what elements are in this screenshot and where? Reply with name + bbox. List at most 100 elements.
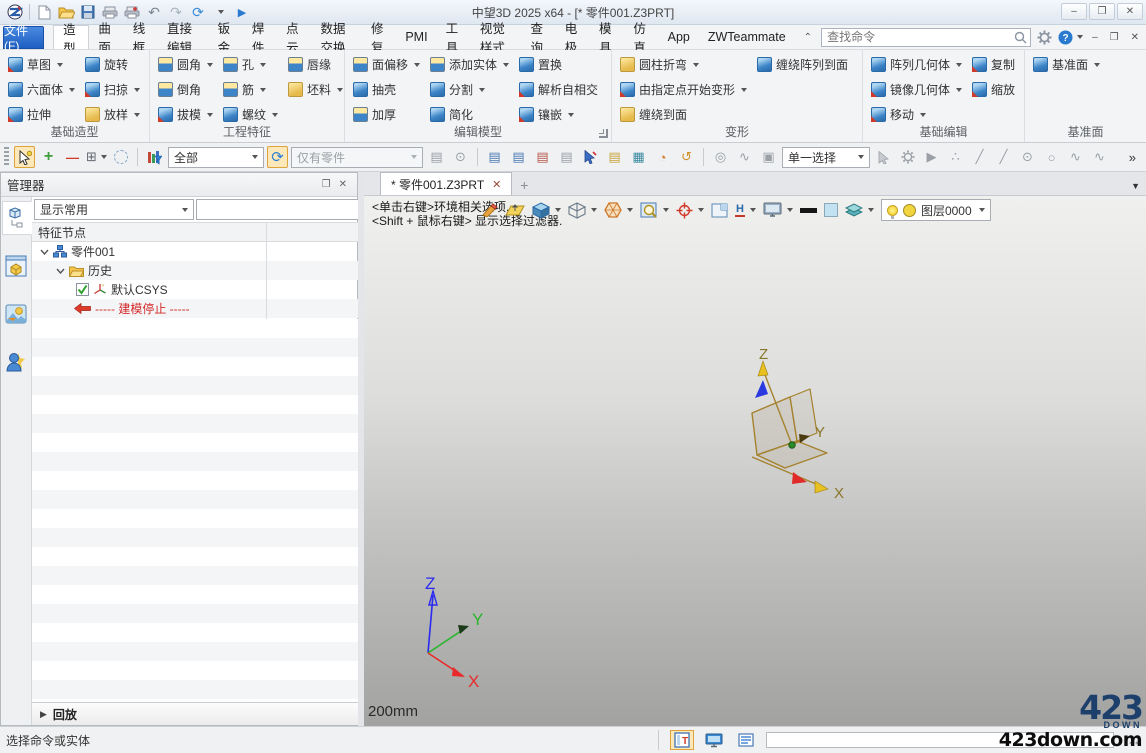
settings-gear-icon[interactable] xyxy=(1037,30,1052,45)
default-csys-graphic[interactable]: Z Y X xyxy=(735,342,885,517)
curve-pick-icon[interactable]: ∿ xyxy=(1065,146,1086,168)
filter-option-icon[interactable]: ▤ xyxy=(426,146,447,168)
panel-restore-icon[interactable]: ❐ xyxy=(318,179,335,190)
entity-filter-dropdown[interactable]: 全部 xyxy=(168,147,264,168)
rib-button[interactable]: 筋 xyxy=(221,77,280,102)
target-point-icon[interactable] xyxy=(676,202,704,219)
tab-visualize[interactable]: 视觉样式 xyxy=(471,25,522,49)
layer-color-icon[interactable] xyxy=(903,204,916,217)
tab-simulation[interactable]: 仿真 xyxy=(624,25,658,49)
tab-surface[interactable]: 曲面 xyxy=(89,25,123,49)
tab-repair[interactable]: 修复 xyxy=(362,25,396,49)
chamfer-button[interactable]: 倒角 xyxy=(156,77,215,102)
playback-expand-icon[interactable]: ▶ xyxy=(40,709,47,720)
history-replay-icon[interactable]: ↺ xyxy=(676,146,697,168)
pick-last-icon[interactable] xyxy=(580,146,601,168)
viewport-layout-icon[interactable] xyxy=(711,203,728,218)
document-tab[interactable]: * 零件001.Z3PRT ✕ xyxy=(380,172,512,195)
add-selection-icon[interactable]: + xyxy=(38,146,59,168)
divide-button[interactable]: 分割 xyxy=(428,77,511,102)
part-filter-dropdown[interactable]: 仅有零件 xyxy=(291,147,423,168)
tree-row-csys[interactable]: Y 默认CSYS xyxy=(32,280,405,299)
datum-plane-toggle-icon[interactable] xyxy=(505,203,525,218)
sweep-button[interactable]: 扫掠 xyxy=(83,77,142,102)
layer-visibility-bulb-icon[interactable] xyxy=(887,205,898,216)
axis-pick-icon[interactable]: ╱ xyxy=(993,146,1014,168)
layer-selector[interactable]: 图层0000 xyxy=(881,199,991,221)
display-mode-dropdown[interactable]: 显示常用 xyxy=(34,199,194,220)
pattern-geometry-button[interactable]: 阵列几何体 xyxy=(869,52,964,77)
zoom-window-icon[interactable] xyxy=(640,202,669,219)
pick-filter-shape-icon[interactable]: ▤ xyxy=(508,146,529,168)
tab-weldment[interactable]: 焊件 xyxy=(243,25,277,49)
point-cloud-pick-icon[interactable]: ∴ xyxy=(945,146,966,168)
checkbox-checked-icon[interactable] xyxy=(76,283,89,296)
ribbon-collapse-icon[interactable]: ⌃ xyxy=(795,25,821,49)
tree-row-history[interactable]: 历史 xyxy=(32,261,405,280)
monitor-icon[interactable] xyxy=(702,730,726,750)
pick-settings-icon[interactable] xyxy=(897,146,918,168)
tab-tools[interactable]: 工具 xyxy=(437,25,471,49)
play-icon[interactable]: ▶ xyxy=(231,2,253,22)
replace-button[interactable]: 置换 xyxy=(517,52,600,77)
tab-electrode[interactable]: 电极 xyxy=(556,25,590,49)
app-logo-icon[interactable] xyxy=(4,2,26,22)
manager-tree-tab[interactable] xyxy=(2,201,32,235)
wrap-pattern-to-face-button[interactable]: 缠绕阵列到面 xyxy=(755,52,850,77)
tab-list-icon[interactable]: ▼ xyxy=(1131,181,1140,191)
toolbar-grip[interactable] xyxy=(4,147,9,167)
save-icon[interactable] xyxy=(77,2,99,22)
help-icon[interactable]: ? xyxy=(1058,30,1083,45)
section-view-icon[interactable] xyxy=(604,202,633,218)
fillet-button[interactable]: 圆角 xyxy=(156,52,215,77)
pick-filter-face-icon[interactable]: ▤ xyxy=(532,146,553,168)
tab-inquire[interactable]: 查询 xyxy=(521,25,555,49)
pick-cursor-gray-icon[interactable] xyxy=(873,146,894,168)
display-settings-icon[interactable] xyxy=(763,202,793,218)
filter-option-2-icon[interactable]: ⊙ xyxy=(450,146,471,168)
tree-row-part[interactable]: 零件001 xyxy=(32,242,405,261)
revolve-button[interactable]: 旋转 xyxy=(83,52,142,77)
face-color-swatch[interactable] xyxy=(824,203,838,217)
file-menu-button[interactable]: 文件(F) xyxy=(3,26,44,49)
morph-from-point-button[interactable]: 由指定点开始变形 xyxy=(618,77,749,102)
layer-stack-icon[interactable] xyxy=(845,203,874,217)
add-box-select-icon[interactable]: ⊞ xyxy=(86,146,107,168)
shaded-display-icon[interactable] xyxy=(532,202,561,219)
curve-tool-icon[interactable]: ∿ xyxy=(734,146,755,168)
pick-filter-all-icon[interactable]: ▤ xyxy=(484,146,505,168)
tab-mold[interactable]: 模具 xyxy=(590,25,624,49)
wireframe-display-icon[interactable] xyxy=(568,202,597,219)
shell-button[interactable]: 抽壳 xyxy=(351,77,422,102)
spline-pick-icon[interactable]: ∿ xyxy=(1089,146,1110,168)
center-pick-icon[interactable]: ⊙ xyxy=(1017,146,1038,168)
sketch-button[interactable]: 草图 xyxy=(6,52,77,77)
circle-pick-icon[interactable]: ○ xyxy=(1041,146,1062,168)
new-file-icon[interactable] xyxy=(33,2,55,22)
playback-bar[interactable]: ▶ 回放 xyxy=(32,702,405,725)
tab-point-cloud[interactable]: 点云 xyxy=(277,25,311,49)
tab-shape[interactable]: 造型 xyxy=(53,25,89,49)
window-close-button[interactable]: ✕ xyxy=(1117,3,1143,20)
chevron-down-icon[interactable] xyxy=(56,268,65,274)
lasso-select-icon[interactable] xyxy=(110,146,131,168)
file-browser-icon[interactable]: ▦ xyxy=(628,146,649,168)
tab-direct-edit[interactable]: 直接编辑 xyxy=(158,25,209,49)
pick-cursor-icon[interactable] xyxy=(14,146,35,168)
part-statistics-icon[interactable]: ◔ xyxy=(652,146,673,168)
window-restore-button[interactable]: ❐ xyxy=(1089,3,1115,20)
resolve-self-intersection-button[interactable]: 解析自相交 xyxy=(517,77,600,102)
dialog-launcher-icon[interactable] xyxy=(599,129,608,138)
tab-sheet-metal[interactable]: 钣金 xyxy=(209,25,243,49)
line-color-swatch[interactable] xyxy=(800,208,817,213)
pick-filter-edge-icon[interactable]: ▤ xyxy=(556,146,577,168)
document-restore-icon[interactable]: ❐ xyxy=(1107,32,1122,43)
chevron-down-icon[interactable] xyxy=(40,249,49,255)
compass-icon[interactable]: ◎ xyxy=(710,146,731,168)
lip-button[interactable]: 唇缘 xyxy=(286,52,345,77)
new-tab-button[interactable]: + xyxy=(512,177,536,195)
toolbar-overflow-icon[interactable]: » xyxy=(1129,150,1144,165)
stop-arrow-icon[interactable] xyxy=(74,303,91,314)
cylindrical-bend-button[interactable]: 圆柱折弯 xyxy=(618,52,749,77)
pick-mode-dropdown[interactable]: 单一选择 xyxy=(782,147,870,168)
